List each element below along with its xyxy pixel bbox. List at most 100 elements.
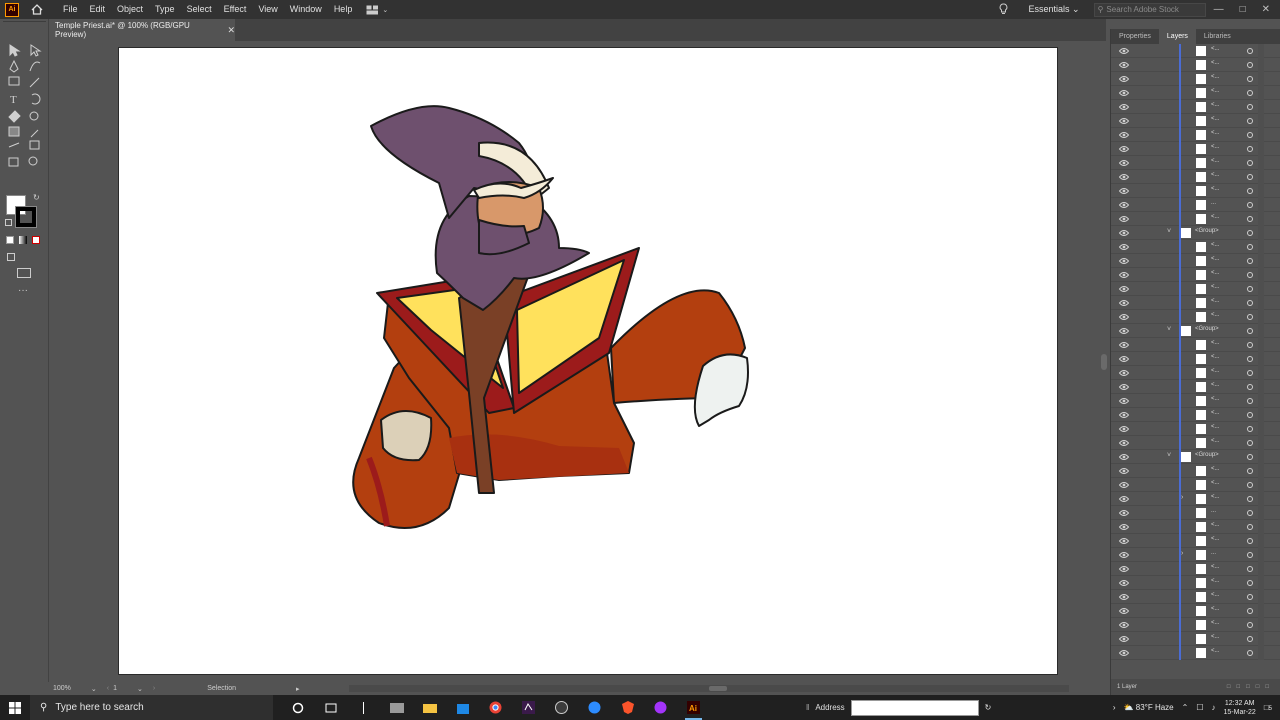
adobe-stock-search-input[interactable]: ⚲ Search Adobe Stock xyxy=(1093,2,1206,17)
layer-row[interactable]: <... xyxy=(1111,268,1280,282)
target-icon[interactable] xyxy=(1247,594,1253,600)
layer-name[interactable]: <... xyxy=(1211,186,1220,192)
refresh-icon[interactable]: ↻ xyxy=(985,703,992,712)
panel-scrollbar-track[interactable] xyxy=(1258,380,1264,394)
layer-name[interactable]: <... xyxy=(1211,494,1220,500)
photos-app-icon[interactable] xyxy=(380,695,413,720)
panel-scrollbar-track[interactable] xyxy=(1258,562,1264,576)
eye-icon[interactable] xyxy=(1118,257,1130,265)
panel-scrollbar-track[interactable] xyxy=(1258,646,1264,660)
layer-row[interactable]: ›... xyxy=(1111,548,1280,562)
panel-scrollbar-track[interactable] xyxy=(1258,450,1264,464)
layer-name[interactable]: <... xyxy=(1211,158,1220,164)
eye-icon[interactable] xyxy=(1118,47,1130,55)
target-icon[interactable] xyxy=(1247,496,1253,502)
layer-row[interactable]: <... xyxy=(1111,86,1280,100)
layer-name[interactable]: <... xyxy=(1211,74,1220,80)
target-icon[interactable] xyxy=(1247,132,1253,138)
toolbar-grip[interactable] xyxy=(3,21,46,22)
layer-name[interactable]: <... xyxy=(1211,354,1220,360)
layer-row[interactable]: <... xyxy=(1111,44,1280,58)
gradient-mode-icon[interactable] xyxy=(19,236,27,244)
layer-row[interactable]: <... xyxy=(1111,380,1280,394)
canvas-area[interactable] xyxy=(49,41,1106,682)
artboard-next-icon[interactable]: › xyxy=(153,685,155,692)
layer-row[interactable]: <... xyxy=(1111,254,1280,268)
maximize-button[interactable]: □ xyxy=(1240,4,1246,15)
chevron-right-icon[interactable]: › xyxy=(1181,494,1183,501)
close-tab-icon[interactable]: ✕ xyxy=(227,25,235,36)
scroll-thumb[interactable] xyxy=(1101,354,1107,370)
target-icon[interactable] xyxy=(1247,244,1253,250)
target-icon[interactable] xyxy=(1247,62,1253,68)
layer-name[interactable]: <... xyxy=(1211,424,1220,430)
layer-name[interactable]: <... xyxy=(1211,480,1220,486)
artboard-prev-icon[interactable]: ‹ xyxy=(107,685,109,692)
taskbar-search-input[interactable]: ⚲ Type here to search xyxy=(30,695,273,720)
layer-name[interactable]: <... xyxy=(1211,466,1220,472)
panel-scrollbar-track[interactable] xyxy=(1258,86,1264,100)
target-icon[interactable] xyxy=(1247,412,1253,418)
target-icon[interactable] xyxy=(1247,440,1253,446)
target-icon[interactable] xyxy=(1247,524,1253,530)
default-colors-icon[interactable] xyxy=(5,219,12,226)
status-arrow-icon[interactable]: ▸ xyxy=(296,685,300,693)
layer-name[interactable]: <... xyxy=(1211,130,1220,136)
panel-scrollbar-track[interactable] xyxy=(1258,394,1264,408)
layer-name[interactable]: <... xyxy=(1211,88,1220,94)
panel-scrollbar-track[interactable] xyxy=(1258,520,1264,534)
target-icon[interactable] xyxy=(1247,300,1253,306)
layer-name[interactable]: <... xyxy=(1211,46,1220,52)
layer-row[interactable]: <... xyxy=(1111,156,1280,170)
layer-row[interactable]: <... xyxy=(1111,436,1280,450)
panel-scrollbar-track[interactable] xyxy=(1258,632,1264,646)
eye-icon[interactable] xyxy=(1118,271,1130,279)
layer-name[interactable]: <... xyxy=(1211,382,1220,388)
target-icon[interactable] xyxy=(1247,160,1253,166)
panel-scrollbar-track[interactable] xyxy=(1258,548,1264,562)
panel-scrollbar-track[interactable] xyxy=(1258,478,1264,492)
layer-name[interactable]: <... xyxy=(1211,102,1220,108)
panel-scrollbar-track[interactable] xyxy=(1258,282,1264,296)
eye-icon[interactable] xyxy=(1118,607,1130,615)
layer-row[interactable]: <... xyxy=(1111,562,1280,576)
file-explorer-icon[interactable] xyxy=(413,695,446,720)
menu-object[interactable]: Object xyxy=(111,0,149,19)
store-icon[interactable] xyxy=(446,695,479,720)
panel-scrollbar-track[interactable] xyxy=(1258,310,1264,324)
target-icon[interactable] xyxy=(1247,328,1253,334)
chrome-icon[interactable] xyxy=(479,695,512,720)
target-icon[interactable] xyxy=(1247,650,1253,656)
layer-name[interactable]: <... xyxy=(1211,284,1220,290)
layer-row[interactable]: <... xyxy=(1111,646,1280,660)
eye-icon[interactable] xyxy=(1118,355,1130,363)
menu-effect[interactable]: Effect xyxy=(218,0,253,19)
workspace-switcher[interactable]: Essentials ⌄ xyxy=(1028,4,1079,15)
document-tab[interactable]: Temple Priest.ai* @ 100% (RGB/GPU Previe… xyxy=(49,19,235,41)
zoom-dropdown-icon[interactable]: ⌄ xyxy=(91,685,97,693)
eye-icon[interactable] xyxy=(1118,649,1130,657)
panel-scrollbar-track[interactable] xyxy=(1258,576,1264,590)
eye-icon[interactable] xyxy=(1118,229,1130,237)
vertical-scrollbar[interactable] xyxy=(1098,41,1110,682)
chevron-down-icon[interactable]: ˅ xyxy=(1167,452,1171,459)
lightbulb-icon[interactable] xyxy=(999,2,1008,17)
layer-name[interactable]: <Group> xyxy=(1195,228,1219,234)
layer-row[interactable]: <... xyxy=(1111,72,1280,86)
target-icon[interactable] xyxy=(1247,482,1253,488)
layer-row[interactable]: <... xyxy=(1111,282,1280,296)
layer-row[interactable]: <... xyxy=(1111,352,1280,366)
layer-name[interactable]: <Group> xyxy=(1195,326,1219,332)
target-icon[interactable] xyxy=(1247,48,1253,54)
edit-toolbar-icon[interactable]: ··· xyxy=(18,285,28,296)
eye-icon[interactable] xyxy=(1118,145,1130,153)
hscroll-thumb[interactable] xyxy=(709,686,727,691)
panel-scrollbar-track[interactable] xyxy=(1258,44,1264,58)
artboard-number[interactable]: 1 xyxy=(113,685,117,692)
panel-scrollbar-track[interactable] xyxy=(1258,590,1264,604)
eye-icon[interactable] xyxy=(1118,411,1130,419)
temple-priest-illustration[interactable] xyxy=(119,48,1059,676)
home-icon[interactable] xyxy=(29,2,45,18)
panel-scrollbar-track[interactable] xyxy=(1258,156,1264,170)
layer-row[interactable]: <... xyxy=(1111,240,1280,254)
